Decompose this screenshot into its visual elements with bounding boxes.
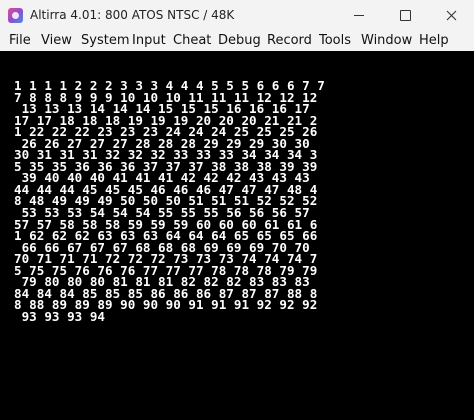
menu-view[interactable]: View (41, 33, 72, 48)
title-bar[interactable]: Altirra 4.01: 800 ATOS NTSC / 48K (0, 0, 474, 31)
close-button[interactable] (428, 0, 474, 31)
maximize-icon (399, 10, 411, 21)
menu-record[interactable]: Record (267, 33, 312, 48)
screen-line: 93 93 93 94 (14, 308, 105, 324)
minimize-icon (354, 15, 364, 16)
menu-input[interactable]: Input (132, 33, 166, 48)
menu-window[interactable]: Window (361, 33, 412, 48)
menu-system[interactable]: System (81, 33, 129, 48)
menu-bar: File View System Input Cheat Debug Recor… (0, 31, 474, 51)
window-title: Altirra 4.01: 800 ATOS NTSC / 48K (30, 8, 235, 22)
menu-debug[interactable]: Debug (218, 33, 261, 48)
minimize-button[interactable] (336, 0, 382, 31)
menu-cheat[interactable]: Cheat (173, 33, 211, 48)
menu-file[interactable]: File (9, 33, 31, 48)
screen-output: 1 1 1 1 2 2 2 3 3 3 4 4 4 5 5 5 6 6 6 7 … (14, 79, 325, 324)
close-icon (446, 10, 456, 21)
altirra-icon[interactable] (8, 8, 23, 23)
menu-help[interactable]: Help (419, 33, 449, 48)
maximize-button[interactable] (382, 0, 428, 31)
emulator-screen[interactable]: 1 1 1 1 2 2 2 3 3 3 4 4 4 5 5 5 6 6 6 7 … (0, 51, 474, 420)
menu-tools[interactable]: Tools (319, 33, 351, 48)
